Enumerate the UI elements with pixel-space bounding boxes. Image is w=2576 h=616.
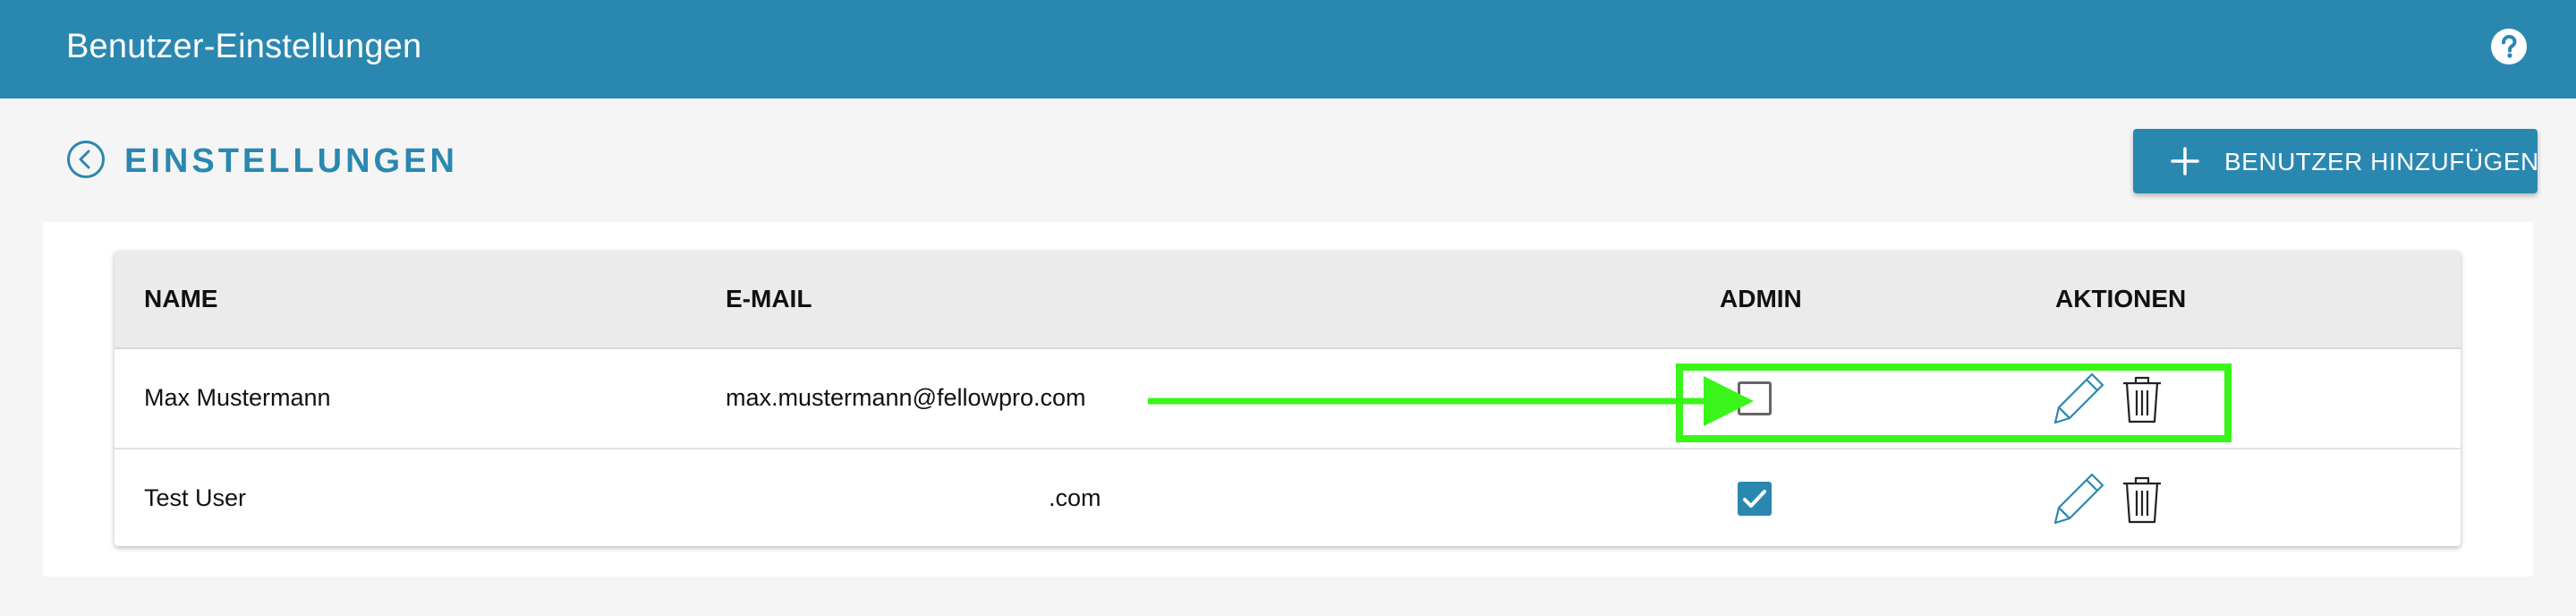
user-name: Max Mustermann [144,384,331,411]
plus-icon [2171,147,2199,175]
window-title: Benutzer-Einstellungen [66,28,422,65]
admin-checkbox[interactable] [1738,482,1772,516]
pencil-icon[interactable] [2053,471,2106,526]
back-circle-icon[interactable] [66,140,106,179]
admin-checkbox[interactable] [1738,381,1772,415]
page-header: EINSTELLUNGEN BENUTZER HINZUFÜGEN [0,98,2576,222]
table-row: Test User .com [115,449,2461,546]
user-name: Test User [144,484,247,511]
user-email: .com [1049,484,1101,511]
add-user-button[interactable]: BENUTZER HINZUFÜGEN [2133,129,2538,193]
users-table: NAME E-MAIL ADMIN AKTIONEN Max Musterman… [115,251,2461,546]
page-title: EINSTELLUNGEN [124,142,458,180]
column-header-actions: AKTIONEN [2055,285,2187,312]
table-row: Max Mustermann max.mustermann@fellowpro.… [115,349,2461,449]
pencil-icon[interactable] [2053,371,2106,426]
trash-icon[interactable] [2121,374,2164,424]
help-circle-icon[interactable] [2489,27,2529,66]
column-header-name[interactable]: NAME [144,285,217,313]
trash-icon[interactable] [2121,475,2164,525]
user-email: max.mustermann@fellowpro.com [726,384,1086,411]
add-user-label: BENUTZER HINZUFÜGEN [2224,148,2539,175]
column-header-admin: ADMIN [1720,285,1802,312]
content-panel: NAME E-MAIL ADMIN AKTIONEN Max Musterman… [43,222,2533,577]
table-header: NAME E-MAIL ADMIN AKTIONEN [115,251,2461,349]
column-header-email[interactable]: E-MAIL [726,285,812,313]
app-header: Benutzer-Einstellungen [0,0,2576,98]
